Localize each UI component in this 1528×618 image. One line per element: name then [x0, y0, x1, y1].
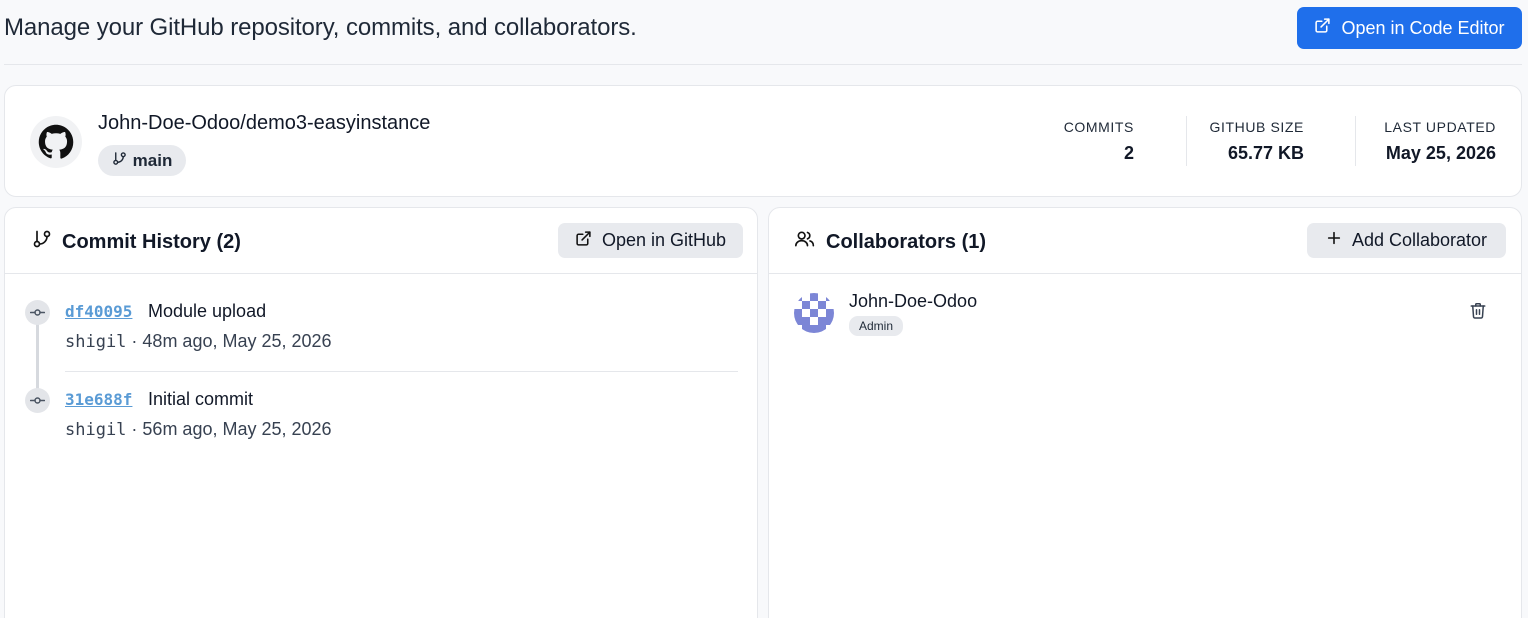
- external-link-icon: [1314, 17, 1331, 39]
- open-in-code-editor-label: Open in Code Editor: [1341, 17, 1505, 38]
- commit-history-header: Commit History (2) Open in GitHub: [5, 208, 757, 274]
- commit-divider: [65, 371, 738, 372]
- commit-history-title: Commit History (2): [32, 229, 241, 255]
- stat-last-updated: LAST UPDATED May 25, 2026: [1384, 119, 1496, 164]
- users-icon: [794, 229, 816, 255]
- stat-label: COMMITS: [1063, 119, 1134, 135]
- stat-label: GITHUB SIZE: [1209, 119, 1304, 135]
- open-in-code-editor-button[interactable]: Open in Code Editor: [1297, 7, 1522, 49]
- repository-summary-card: John-Doe-Odoo/demo3-easyinstance main CO…: [4, 85, 1522, 197]
- commit-history-title-text: Commit History (2): [62, 230, 241, 253]
- avatar: [794, 293, 834, 333]
- stat-divider: [1186, 116, 1187, 166]
- external-link-icon: [575, 230, 592, 252]
- commit-message: Initial commit: [148, 389, 254, 409]
- stat-value: 65.77 KB: [1227, 143, 1304, 163]
- open-in-github-label: Open in GitHub: [601, 230, 727, 250]
- stat-commits: COMMITS 2: [1064, 119, 1134, 164]
- stat-github-size: GITHUB SIZE 65.77 KB: [1210, 119, 1305, 164]
- add-collaborator-label: Add Collaborator: [1351, 230, 1488, 250]
- commit-meta: shigil · 56m ago, May 25, 2026: [65, 419, 332, 440]
- header-divider: [4, 64, 1522, 65]
- repository-name: John-Doe-Odoo/demo3-easyinstance: [98, 112, 431, 134]
- commit-author: shigil: [65, 420, 127, 440]
- collaborators-title-text: Collaborators (1): [826, 230, 987, 253]
- stat-divider: [1355, 116, 1356, 166]
- add-collaborator-button[interactable]: Add Collaborator: [1307, 223, 1506, 258]
- collaborators-title: Collaborators (1): [794, 229, 986, 255]
- collaborators-panel: Collaborators (1) Add Collaborator John-…: [768, 207, 1522, 618]
- commit-icon: [25, 300, 50, 325]
- stat-value: 2: [1123, 143, 1134, 163]
- commit-timeline-line: [36, 312, 39, 400]
- commit-history-panel: Commit History (2) Open in GitHub df4009…: [4, 207, 758, 618]
- github-icon: [30, 116, 82, 168]
- git-branch-icon: [112, 151, 127, 171]
- git-branch-icon: [32, 229, 52, 255]
- collaborators-header: Collaborators (1) Add Collaborator: [769, 208, 1521, 274]
- role-badge: Admin: [849, 316, 904, 336]
- trash-icon: [1469, 303, 1487, 324]
- commit-sha-link[interactable]: 31e688f: [65, 390, 132, 409]
- page-description: Manage your GitHub repository, commits, …: [4, 14, 637, 41]
- branch-badge[interactable]: main: [98, 145, 186, 176]
- commit-author: shigil: [65, 332, 127, 352]
- commit-meta: shigil · 48m ago, May 25, 2026: [65, 331, 332, 352]
- commit-icon: [25, 388, 50, 413]
- commit-message: Module upload: [148, 301, 267, 321]
- stat-value: May 25, 2026: [1385, 143, 1496, 163]
- delete-collaborator-button[interactable]: [1469, 301, 1487, 325]
- commit-time: · 48m ago, May 25, 2026: [126, 331, 332, 351]
- collaborator-name: John-Doe-Odoo: [849, 291, 978, 311]
- plus-icon: [1326, 230, 1342, 251]
- commit-time: · 56m ago, May 25, 2026: [126, 419, 332, 439]
- commit-sha-link[interactable]: df40095: [65, 302, 132, 321]
- stat-label: LAST UPDATED: [1384, 119, 1496, 135]
- branch-name: main: [132, 150, 173, 170]
- open-in-github-button[interactable]: Open in GitHub: [558, 223, 743, 258]
